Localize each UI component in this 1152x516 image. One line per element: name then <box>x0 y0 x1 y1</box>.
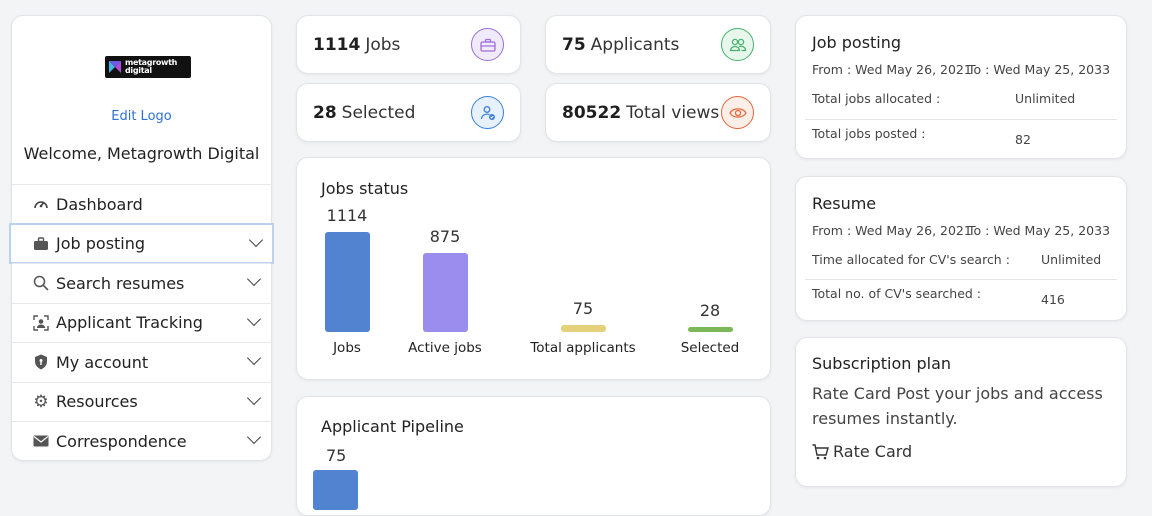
subscription-text: Rate Card Post your jobs and access resu… <box>812 384 1103 428</box>
company-logo: metagrowth digital <box>105 56 191 78</box>
shield-icon <box>32 353 50 371</box>
resume-from: From : Wed May 26, 2021 <box>812 223 972 238</box>
subscription-title: Subscription plan <box>812 354 952 373</box>
users-icon <box>721 28 754 61</box>
stat-label: Selected <box>341 102 416 123</box>
chart-bar-value: 1114 <box>326 206 368 225</box>
sidebar-item-label: My account <box>56 352 149 372</box>
chart-bar <box>422 253 468 332</box>
edit-logo-link[interactable]: Edit Logo <box>12 109 271 124</box>
logo-mark-icon <box>109 61 121 73</box>
resume-to: To : Wed May 25, 2033 <box>968 223 1111 238</box>
divider <box>805 119 1117 120</box>
subscription-card: Subscription plan Rate Card Post your jo… <box>795 337 1127 487</box>
cv-searched-label: Total no. of CV's searched : <box>812 286 982 301</box>
chart-bar <box>324 232 370 332</box>
pipeline-bar <box>313 470 358 510</box>
job-posting-card: Job posting From : Wed May 26, 2021 To :… <box>795 15 1127 159</box>
chart-bar-value: 28 <box>699 301 721 320</box>
job-posting-title: Job posting <box>812 33 902 52</box>
stat-value: 75 <box>562 34 586 55</box>
cv-searched-value: 416 <box>1041 292 1065 307</box>
stat-label: Applicants <box>590 34 680 55</box>
briefcase-icon <box>471 28 504 61</box>
stat-card-applicants[interactable]: 75 Applicants <box>545 15 771 74</box>
jobs-status-title: Jobs status <box>321 179 409 198</box>
chevron-down-icon <box>246 390 262 405</box>
job-posting-from: From : Wed May 26, 2021 <box>812 62 972 77</box>
user-check-icon <box>471 96 504 129</box>
eye-icon <box>721 96 754 129</box>
resume-title: Resume <box>812 194 877 213</box>
stat-value: 1114 <box>313 34 361 55</box>
sidebar-item-label: Resources <box>56 392 138 412</box>
chart-category-label: Active jobs <box>408 340 482 356</box>
cv-search-time-label: Time allocated for CV's search : <box>812 252 1010 267</box>
chevron-down-icon <box>246 311 262 326</box>
sidebar-item-applicant-tracking[interactable]: Applicant Tracking <box>12 302 271 343</box>
chevron-down-icon <box>248 232 264 247</box>
sidebar-item-correspondence[interactable]: Correspondence <box>12 421 271 461</box>
person-icon <box>32 314 50 332</box>
rate-card-label: Rate Card <box>833 442 913 461</box>
pipeline-bar-value: 75 <box>326 446 347 465</box>
jobs-posted-value: 82 <box>1015 132 1031 147</box>
stat-card-selected[interactable]: 28 Selected <box>296 83 521 142</box>
divider <box>805 279 1117 280</box>
rate-card-link[interactable]: Rate Card <box>812 442 912 461</box>
chevron-down-icon <box>246 429 262 445</box>
chart-bar-value: 875 <box>429 227 461 247</box>
stat-value: 80522 <box>562 102 622 123</box>
chart-bar <box>687 327 733 332</box>
sidebar-item-dashboard[interactable]: Dashboard <box>12 184 271 224</box>
sidebar-item-job-posting[interactable]: Job posting <box>9 222 274 264</box>
sidebar-nav: Dashboard Job posting Search resumes App… <box>9 184 274 461</box>
stat-label: Total views <box>626 102 720 123</box>
gear-icon: ⚙ <box>33 391 49 412</box>
chevron-down-icon <box>246 350 262 366</box>
sidebar-item-my-account[interactable]: My account <box>12 342 271 382</box>
briefcase-icon <box>32 235 50 253</box>
sidebar-item-resources[interactable]: ⚙ Resources <box>12 381 271 422</box>
gauge-icon <box>32 195 50 213</box>
applicant-pipeline-card: Applicant Pipeline 75 <box>296 396 771 516</box>
jobs-posted-label: Total jobs posted : <box>812 126 926 141</box>
envelope-icon <box>32 432 50 450</box>
jobs-allocated-value: Unlimited <box>1015 91 1076 106</box>
cart-icon <box>812 443 829 459</box>
sidebar-item-label: Dashboard <box>56 194 143 214</box>
job-posting-to: To : Wed May 25, 2033 <box>968 62 1111 77</box>
stat-label: Jobs <box>365 34 401 55</box>
sidebar-item-label: Correspondence <box>56 431 187 451</box>
logo-text-line2: digital <box>125 66 152 75</box>
chart-category-label: Total applicants <box>530 340 636 356</box>
applicant-pipeline-title: Applicant Pipeline <box>321 417 464 436</box>
stat-card-total-views[interactable]: 80522 Total views <box>545 83 771 142</box>
sidebar-item-search-resumes[interactable]: Search resumes <box>12 263 271 303</box>
jobs-status-card: Jobs status 1114 Jobs 875 Active jobs 75 Tota… <box>296 157 771 380</box>
stat-card-jobs[interactable]: 1114 Jobs <box>296 15 521 74</box>
search-icon <box>32 274 50 292</box>
chevron-down-icon <box>246 271 262 287</box>
chart-category-label: Selected <box>680 340 740 356</box>
sidebar-item-label: Applicant Tracking <box>56 313 203 333</box>
chart-bar-value: 75 <box>572 299 594 319</box>
cv-search-time-value: Unlimited <box>1041 252 1102 267</box>
sidebar: metagrowth digital Edit Logo Welcome, Me… <box>9 15 274 461</box>
jobs-allocated-label: Total jobs allocated : <box>812 91 941 106</box>
resume-card: Resume From : Wed May 26, 2021 To : Wed … <box>795 176 1127 321</box>
sidebar-item-label: Job posting <box>56 234 146 254</box>
sidebar-item-label: Search resumes <box>56 273 185 293</box>
stat-value: 28 <box>313 102 337 123</box>
welcome-text: Welcome, Metagrowth Digital <box>23 144 260 163</box>
chart-bar <box>560 325 606 332</box>
